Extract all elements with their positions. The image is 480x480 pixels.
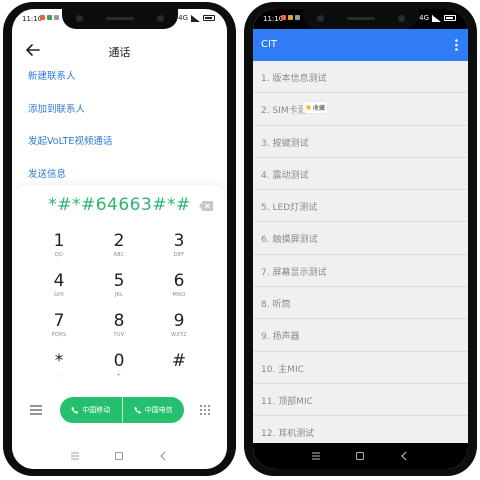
list-item[interactable]: 6. 触摸屏测试 [253,222,468,255]
dialer-screen: 11:10 4G 通话 新建联系人 添加到联系人 发起VoLTE视频通话 发送信… [12,9,227,469]
dialer-header: 通话 [12,33,227,69]
call-sim2-button[interactable]: 中国电信 [121,397,185,423]
notch [61,9,178,29]
more-options-icon[interactable] [455,39,458,51]
dialpad-panel: *#*#64663#*# 1 QD 2 ABC 3 DEF 4 GHI 5 JKL 6 MN… [12,185,227,469]
signal-icon [191,14,200,22]
dialpad-grid-icon[interactable] [199,404,211,416]
favorite-popup[interactable]: 收藏 [303,102,328,114]
key-9[interactable]: 9 WXYZ [144,311,214,351]
signal-icon [432,14,441,22]
battery-icon [203,15,215,21]
dialed-number: *#*#64663#*# [48,195,191,215]
list-item[interactable]: 5. LED灯测试 [253,190,468,223]
menu-icon[interactable] [30,405,42,415]
list-item[interactable]: 2. SIM卡测 收藏 [253,93,468,126]
notification-icons [40,15,59,20]
key-3[interactable]: 3 DEF [144,231,214,271]
call-row: 中国移动 中国电信 [12,397,227,425]
list-item[interactable]: 1. 版本信息测试 [253,61,468,94]
nav-bar [12,443,227,469]
call-sim1-button[interactable]: 中国移动 [60,397,122,423]
list-item[interactable]: 11. 顶部MIC [253,383,468,417]
nav-menu-icon[interactable] [70,451,80,461]
list-item[interactable]: 8. 听筒 [253,287,468,320]
nav-home-icon[interactable] [114,451,124,461]
list-item[interactable]: 7. 屏幕显示测试 [253,254,468,288]
favorite-label: 收藏 [313,105,326,113]
nav-back-icon[interactable] [399,451,409,461]
star-icon [305,104,312,111]
app-bar: CIT [253,29,468,61]
phone-icon [134,406,141,414]
list-item[interactable]: 3. 按键测试 [253,125,468,158]
phone-left: 11:10 4G 通话 新建联系人 添加到联系人 发起VoLTE视频通话 发送信… [3,2,236,476]
key-hash[interactable]: # [144,351,214,391]
nav-back-icon[interactable] [158,451,168,461]
cit-screen: 11:10 4G CIT 1. 版本信息测试 2. SIM卡测 收藏 3. 按键… [253,9,468,469]
call-sim2-label: 中国电信 [144,406,173,414]
list-item[interactable]: 10. 主MIC [253,351,468,384]
status-right: 4G [419,14,456,22]
call-sim1-label: 中国移动 [82,406,111,414]
battery-icon [444,15,456,21]
page-title: 通话 [108,46,131,59]
phone-icon [71,406,79,414]
nav-bar [253,443,468,469]
test-list: 1. 版本信息测试 2. SIM卡测 收藏 3. 按键测试 4. 震动测试 5.… [253,61,468,449]
app-title: CIT [261,39,278,50]
notch [302,9,419,29]
option-new-contact[interactable]: 新建联系人 [28,69,112,102]
dial-options: 新建联系人 添加到联系人 发起VoLTE视频通话 发送信息 [28,69,112,199]
option-add-to-contact[interactable]: 添加到联系人 [28,102,112,135]
option-volte-video-call[interactable]: 发起VoLTE视频通话 [28,134,112,167]
list-item[interactable]: 4. 震动测试 [253,157,468,191]
status-right: 4G [178,14,215,22]
phone-right: 11:10 4G CIT 1. 版本信息测试 2. SIM卡测 收藏 3. 按键… [244,2,477,476]
nav-menu-icon[interactable] [311,451,321,461]
network-type: 4G [178,14,188,22]
network-type: 4G [419,14,429,22]
nav-home-icon[interactable] [355,451,365,461]
comparison-screenshot: 11:10 4G 通话 新建联系人 添加到联系人 发起VoLTE视频通话 发送信… [0,0,480,480]
key-6[interactable]: 6 MNO [144,271,214,311]
list-item[interactable]: 9. 扬声器 [253,319,468,352]
backspace-icon[interactable] [199,201,213,211]
notification-icons [281,15,300,20]
call-buttons: 中国移动 中国电信 [60,397,184,423]
